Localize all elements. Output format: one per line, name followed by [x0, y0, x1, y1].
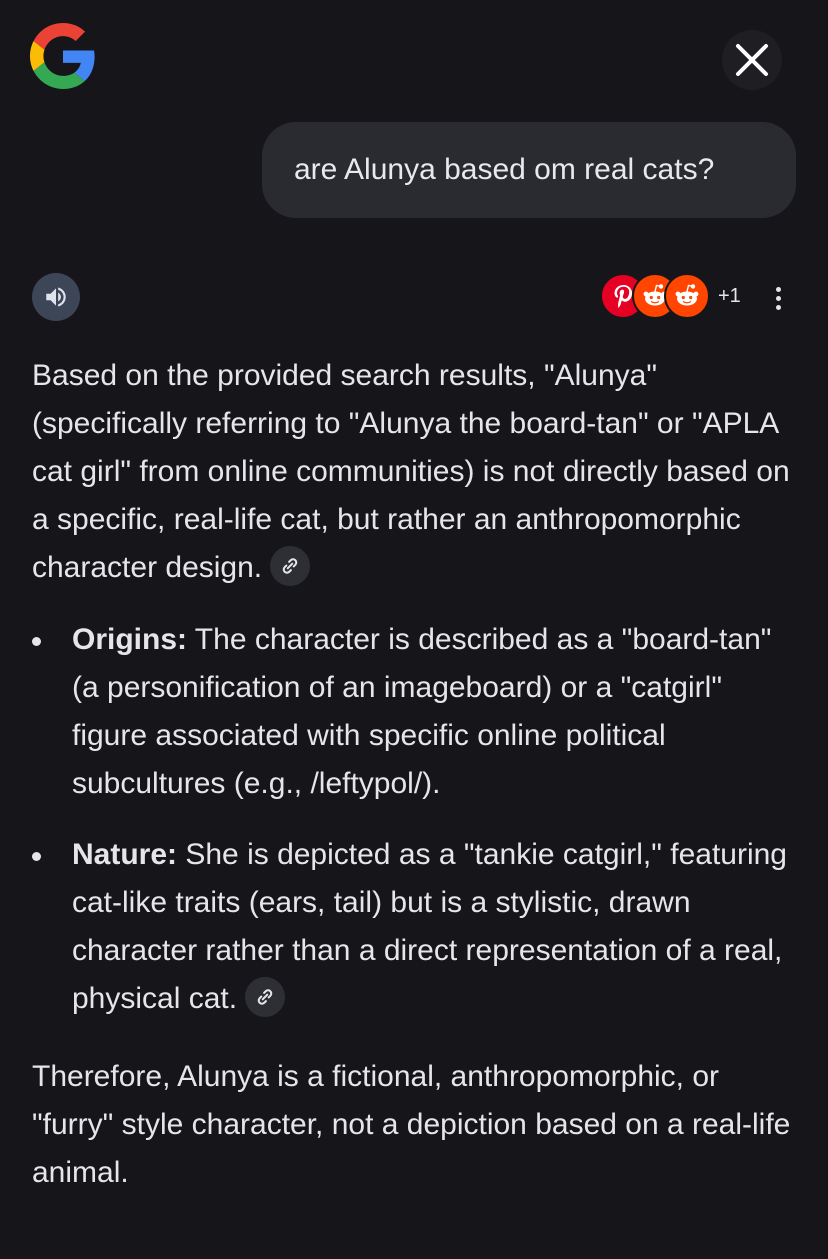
link-icon — [257, 989, 273, 1005]
answer-intro-text: Based on the provided search results, "A… — [32, 359, 790, 584]
ai-answer: Based on the provided search results, "A… — [32, 352, 802, 1197]
header — [0, 0, 828, 110]
list-item: Origins: The character is described as a… — [32, 616, 802, 808]
sources-more-count: +1 — [718, 284, 741, 307]
link-icon — [282, 558, 298, 574]
speaker-icon — [46, 287, 66, 307]
answer-toolbar: +1 — [0, 270, 828, 326]
more-options-button[interactable] — [760, 276, 796, 320]
bullet-label: Nature: — [72, 838, 178, 871]
read-aloud-button[interactable] — [32, 273, 80, 321]
google-g-logo[interactable] — [30, 23, 96, 89]
answer-intro: Based on the provided search results, "A… — [32, 352, 802, 592]
close-button[interactable] — [722, 30, 782, 90]
bullet-label: Origins: — [72, 623, 188, 656]
bullet-dot — [32, 852, 41, 861]
close-icon — [736, 44, 768, 76]
source-link-button[interactable] — [245, 977, 286, 1018]
list-item: Nature: She is depicted as a "tankie cat… — [32, 831, 802, 1023]
user-query-text: are Alunya based om real cats? — [294, 153, 715, 186]
more-vertical-icon — [775, 286, 781, 292]
bullet-text: She is depicted as a "tankie catgirl," f… — [72, 838, 787, 1015]
answer-conclusion: Therefore, Alunya is a fictional, anthro… — [32, 1060, 791, 1189]
answer-bullet-list: Origins: The character is described as a… — [32, 616, 802, 1023]
source-link-button[interactable] — [270, 546, 311, 587]
reddit-icon — [664, 273, 710, 319]
user-query-bubble: are Alunya based om real cats? — [262, 122, 796, 218]
bullet-dot — [32, 637, 41, 646]
sources-stack[interactable]: +1 — [600, 273, 741, 319]
